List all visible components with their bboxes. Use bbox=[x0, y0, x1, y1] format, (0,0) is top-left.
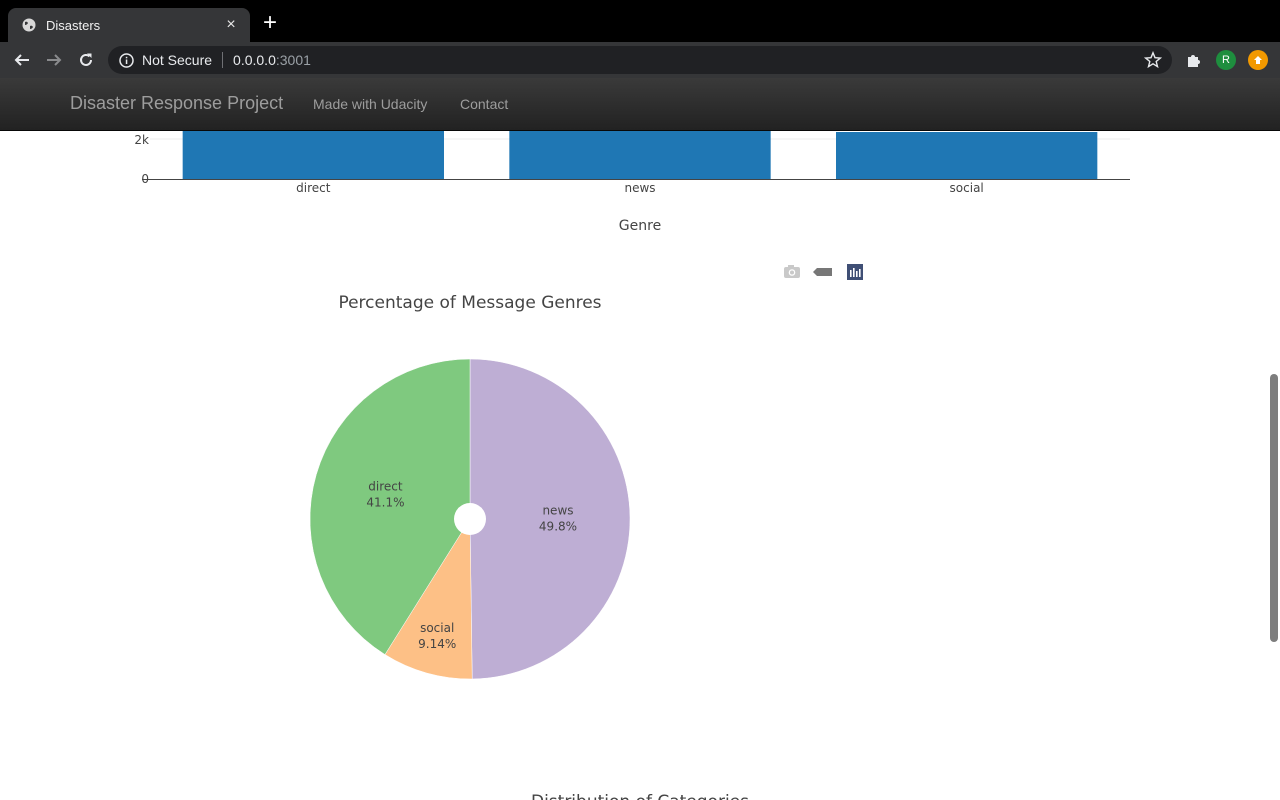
next-chart-title: Distribution of Categories bbox=[531, 792, 749, 800]
bar-social[interactable] bbox=[836, 132, 1098, 179]
bar-x-axis-title: Genre bbox=[619, 218, 661, 234]
bar-news[interactable] bbox=[509, 131, 771, 179]
pie-percent-social: 9.14% bbox=[418, 637, 456, 651]
genre-pie-chart: Percentage of Message Genres news 49.8% so… bbox=[309, 293, 631, 680]
bar-direct[interactable] bbox=[182, 131, 444, 179]
tab-close-icon[interactable]: × bbox=[222, 17, 240, 33]
tab-title: Disasters bbox=[46, 17, 101, 33]
url-host: 0.0.0.0 bbox=[233, 52, 276, 68]
info-icon[interactable] bbox=[118, 52, 134, 68]
nav-link-contact[interactable]: Contact bbox=[460, 96, 508, 112]
profile-initial: R bbox=[1222, 54, 1230, 66]
back-arrow-icon bbox=[14, 54, 29, 66]
browser-toolbar: Not Secure 0.0.0.0:3001 R bbox=[0, 42, 1280, 78]
chart-modebar bbox=[783, 263, 873, 280]
pie-hole bbox=[454, 503, 486, 535]
page-scrollbar-thumb[interactable] bbox=[1270, 374, 1278, 642]
bar-x-tick-label: direct bbox=[296, 181, 331, 195]
genre-bar-chart: 2k 0 direct news social Genre bbox=[134, 131, 1130, 234]
plotly-logo-icon[interactable] bbox=[847, 264, 863, 280]
camera-icon[interactable] bbox=[784, 265, 800, 278]
bar-x-tick-label: news bbox=[624, 181, 655, 195]
page-content: 2k 0 direct news social Genre Percentage o… bbox=[0, 131, 1280, 800]
bookmark-star-icon[interactable] bbox=[1144, 51, 1162, 69]
pie-label-news: news bbox=[542, 503, 573, 517]
pie-percent-direct: 41.1% bbox=[366, 496, 404, 510]
security-label: Not Secure bbox=[142, 52, 213, 68]
url-port: :3001 bbox=[275, 52, 311, 68]
hover-label-icon[interactable] bbox=[813, 268, 832, 276]
browser-tab-strip: Disasters × + bbox=[0, 0, 1280, 42]
navbar-brand[interactable]: Disaster Response Project bbox=[70, 93, 283, 114]
bar-x-tick-labels: direct news social bbox=[296, 181, 984, 195]
site-navbar: Disaster Response Project Made with Udac… bbox=[0, 78, 1280, 131]
new-tab-button[interactable]: + bbox=[258, 11, 282, 36]
bar-x-tick-label: social bbox=[950, 181, 984, 195]
extensions-puzzle-icon[interactable] bbox=[1184, 50, 1204, 70]
forward-button[interactable] bbox=[42, 48, 66, 72]
reload-button[interactable] bbox=[74, 48, 98, 72]
nav-link-udacity[interactable]: Made with Udacity bbox=[313, 96, 427, 112]
extension-orange-icon[interactable] bbox=[1248, 50, 1268, 70]
charts-canvas: 2k 0 direct news social Genre Percentage o… bbox=[134, 131, 1130, 800]
pie-label-social: social bbox=[420, 621, 454, 635]
address-separator bbox=[222, 52, 224, 68]
bar-series bbox=[182, 131, 1098, 179]
back-button[interactable] bbox=[10, 48, 34, 72]
reload-icon bbox=[80, 53, 92, 66]
pie-label-direct: direct bbox=[368, 480, 403, 494]
bar-y-tick-label: 0 bbox=[141, 172, 149, 186]
forward-arrow-icon bbox=[47, 54, 62, 66]
pie-chart-title: Percentage of Message Genres bbox=[338, 293, 601, 313]
profile-avatar[interactable]: R bbox=[1216, 50, 1236, 70]
bar-y-tick-label: 2k bbox=[134, 133, 149, 147]
browser-tab[interactable]: Disasters × bbox=[8, 8, 250, 42]
pie-percent-news: 49.8% bbox=[539, 519, 577, 533]
globe-icon bbox=[21, 17, 37, 33]
address-bar[interactable]: Not Secure 0.0.0.0:3001 bbox=[108, 46, 1172, 74]
